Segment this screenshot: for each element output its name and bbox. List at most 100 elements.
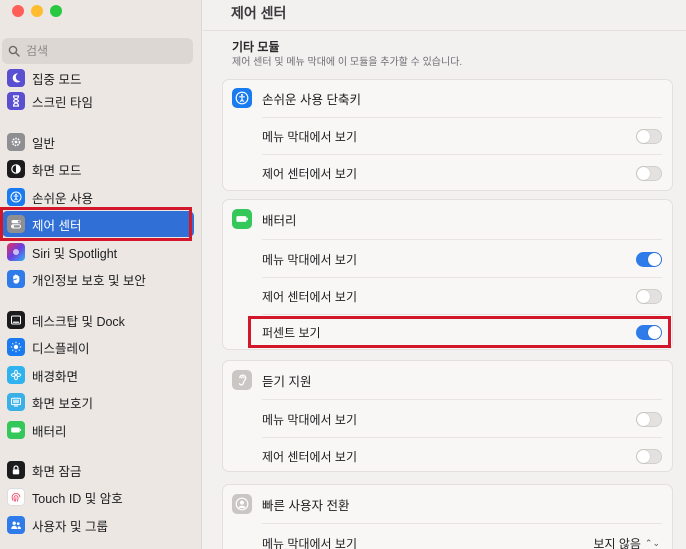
module-card-hearing: 듣기 지원 메뉴 막대에서 보기 제어 센터에서 보기: [222, 360, 673, 472]
row-divider: [262, 523, 662, 524]
toggle-knob: [637, 449, 650, 463]
user-switch-icon: [232, 494, 252, 514]
accessibility-shortcut-icon: [232, 88, 252, 108]
display-icon: [7, 338, 25, 356]
sidebar-item-appearance[interactable]: 화면 모드: [2, 156, 194, 182]
close-window-button[interactable]: [12, 5, 24, 17]
setting-label: 제어 센터에서 보기: [262, 166, 357, 181]
show-in-menu-bar-toggle[interactable]: [636, 128, 662, 144]
section-subtitle: 제어 센터 및 메뉴 막대에 이 모듈을 추가할 수 있습니다.: [232, 57, 463, 68]
setting-label: 메뉴 막대에서 보기: [262, 536, 357, 549]
setting-row: 제어 센터에서 보기: [223, 278, 672, 314]
sidebar-item-label: 화면 보호기: [32, 396, 93, 411]
sidebar-item-desktop-dock[interactable]: 데스크탑 및 Dock: [2, 307, 194, 333]
sidebar-item-label: 집중 모드: [32, 72, 82, 87]
sidebar-item-label: 배경화면: [32, 369, 79, 384]
sidebar-item-siri-spotlight[interactable]: Siri 및 Spotlight: [2, 239, 194, 265]
sidebar-item-label: 데스크탑 및 Dock: [32, 314, 125, 329]
setting-row: 메뉴 막대에서 보기: [223, 118, 672, 154]
show-in-control-center-toggle[interactable]: [636, 448, 662, 464]
module-card-fast-user-switching: 빠른 사용자 전환 메뉴 막대에서 보기 보지 않음 ⌃⌄: [222, 484, 673, 549]
gear-icon: [7, 133, 25, 151]
sidebar-item-users-groups[interactable]: 사용자 및 그룹: [2, 512, 194, 538]
setting-row: 메뉴 막대에서 보기: [223, 401, 672, 437]
toggle-knob: [637, 166, 650, 180]
sidebar-item-screensaver[interactable]: 화면 보호기: [2, 389, 194, 415]
minimize-window-button[interactable]: [31, 5, 43, 17]
search-icon: [8, 45, 20, 57]
setting-label: 제어 센터에서 보기: [262, 289, 357, 304]
wallpaper-icon: [7, 366, 25, 384]
module-name: 빠른 사용자 전환: [262, 498, 350, 513]
main-pane: 제어 센터 기타 모듈 제어 센터 및 메뉴 막대에 이 모듈을 추가할 수 있…: [203, 0, 686, 549]
appearance-icon: [7, 160, 25, 178]
show-in-menu-bar-toggle[interactable]: [636, 411, 662, 427]
show-in-menu-bar-popup[interactable]: 보지 않음 ⌃⌄: [593, 535, 660, 549]
sidebar-item-lock-screen[interactable]: 화면 잠금: [2, 457, 194, 483]
sidebar-item-label: 손쉬운 사용: [32, 191, 93, 206]
sidebar-item-label: Touch ID 및 암호: [32, 491, 123, 506]
module-header: 빠른 사용자 전환: [223, 486, 672, 522]
sidebar-item-label: Siri 및 Spotlight: [32, 246, 118, 261]
users-icon: [7, 516, 25, 534]
setting-label: 메뉴 막대에서 보기: [262, 129, 357, 144]
sidebar-item-privacy-security[interactable]: 개인정보 보호 및 보안: [2, 266, 194, 292]
setting-label: 제어 센터에서 보기: [262, 449, 357, 464]
dock-icon: [7, 311, 25, 329]
sidebar-item-battery[interactable]: 배터리: [2, 417, 194, 443]
toggle-knob: [648, 252, 661, 266]
sidebar-item-label: 화면 모드: [32, 163, 82, 178]
siri-icon: [7, 243, 25, 261]
page-title: 제어 센터: [231, 5, 287, 21]
show-in-menu-bar-toggle[interactable]: [636, 251, 662, 267]
sidebar-item-wallpaper[interactable]: 배경화면: [2, 362, 194, 388]
zoom-window-button[interactable]: [50, 5, 62, 17]
screensaver-icon: [7, 393, 25, 411]
setting-row: 제어 센터에서 보기: [223, 438, 672, 474]
toggle-knob: [637, 289, 650, 303]
sidebar-item-label: 개인정보 보호 및 보안: [32, 273, 146, 288]
search-input[interactable]: [26, 44, 176, 58]
module-header: 손쉬운 사용 단축키: [223, 80, 672, 116]
row-divider: [262, 399, 662, 400]
lock-icon: [7, 461, 25, 479]
setting-row: 메뉴 막대에서 보기 보지 않음 ⌃⌄: [223, 525, 672, 549]
sidebar-item-touch-id[interactable]: Touch ID 및 암호: [2, 484, 194, 510]
sidebar-item-general[interactable]: 일반: [2, 129, 194, 155]
highlight-box-percentage: [248, 316, 671, 348]
header-divider: [203, 30, 686, 31]
module-name: 듣기 지원: [262, 374, 312, 389]
toggle-knob: [637, 129, 650, 143]
setting-row: 제어 센터에서 보기: [223, 155, 672, 191]
module-name: 손쉬운 사용 단축키: [262, 92, 361, 107]
battery-icon: [7, 421, 25, 439]
sidebar-item-label: 배터리: [32, 424, 67, 439]
hand-icon: [7, 270, 25, 288]
window-controls: [12, 5, 62, 17]
sidebar-item-label: 사용자 및 그룹: [32, 519, 108, 534]
sidebar-item-label: 디스플레이: [32, 341, 90, 356]
sidebar-item-screen-time[interactable]: 스크린 타임: [2, 88, 194, 114]
sidebar-item-label: 스크린 타임: [32, 95, 93, 110]
moon-icon: [7, 69, 25, 87]
sidebar-item-label: 화면 잠금: [32, 464, 82, 479]
chevron-updown-icon: ⌃⌄: [644, 537, 660, 548]
show-in-control-center-toggle[interactable]: [636, 288, 662, 304]
ear-icon: [232, 370, 252, 390]
module-header: 배터리: [223, 201, 672, 237]
setting-row: 메뉴 막대에서 보기: [223, 241, 672, 277]
sidebar-item-displays[interactable]: 디스플레이: [2, 334, 194, 360]
module-card-accessibility-shortcuts: 손쉬운 사용 단축키 메뉴 막대에서 보기 제어 센터에서 보기: [222, 79, 673, 191]
module-header: 듣기 지원: [223, 362, 672, 398]
fingerprint-icon: [7, 488, 25, 506]
accessibility-icon: [7, 188, 25, 206]
hourglass-icon: [7, 92, 25, 110]
module-name: 배터리: [262, 213, 297, 228]
popup-value: 보지 않음: [593, 536, 641, 549]
show-in-control-center-toggle[interactable]: [636, 165, 662, 181]
row-divider: [262, 239, 662, 240]
search-field[interactable]: [2, 38, 193, 64]
sidebar: 집중 모드 스크린 타임 일반 화면 모드 손쉬운 사용 제어 센터: [0, 0, 202, 549]
setting-label: 메뉴 막대에서 보기: [262, 412, 357, 427]
toggle-knob: [637, 412, 650, 426]
